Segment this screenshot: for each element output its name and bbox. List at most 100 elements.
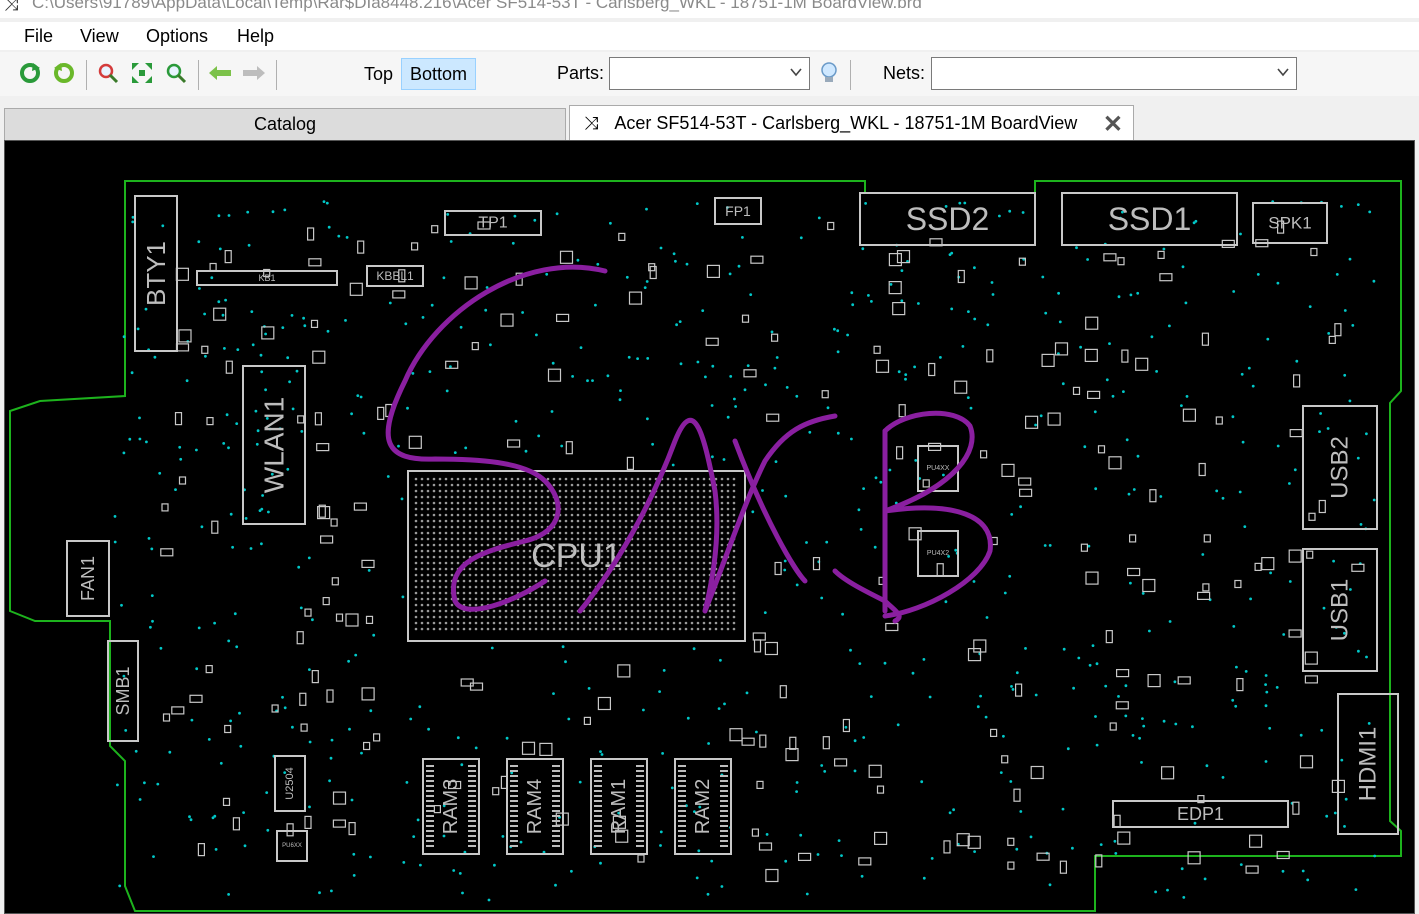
pad <box>231 545 235 549</box>
bga-ball <box>522 549 526 553</box>
bga-ball <box>594 597 598 601</box>
label-ram2: RAM2 <box>692 779 714 835</box>
bga-ball <box>504 609 508 613</box>
ram-pin <box>636 780 644 782</box>
bga-ball <box>732 585 736 589</box>
bga-ball <box>480 495 484 499</box>
bga-ball <box>486 513 490 517</box>
bga-ball <box>588 483 592 487</box>
ram-pin <box>678 780 686 782</box>
bga-ball <box>582 507 586 511</box>
zoom-out-icon[interactable] <box>163 60 189 86</box>
bga-ball <box>660 585 664 589</box>
bga-ball <box>474 531 478 535</box>
pcb-board-view[interactable]: BTY1 KB1TP1FP1KBBL1SSD2 SSD1 SPK1WLAN1CPU1F… <box>5 141 1415 914</box>
bga-ball <box>600 507 604 511</box>
bga-ball <box>486 585 490 589</box>
parts-combo[interactable] <box>609 57 810 90</box>
bga-ball <box>522 585 526 589</box>
pad <box>1094 715 1097 718</box>
lightbulb-icon[interactable] <box>816 60 842 86</box>
pad <box>1238 490 1242 494</box>
pad <box>704 375 707 379</box>
ram-pin <box>720 770 728 772</box>
pad <box>329 756 333 760</box>
forward-arrow-icon[interactable] <box>241 60 267 86</box>
smd-part <box>743 369 757 378</box>
smd-part <box>1142 578 1156 593</box>
pad <box>367 569 371 572</box>
bga-ball <box>606 489 610 493</box>
smd-part <box>873 345 881 354</box>
bga-ball <box>444 567 448 571</box>
bga-ball <box>414 573 418 577</box>
pad <box>244 517 248 520</box>
fit-icon[interactable] <box>129 60 155 86</box>
bga-ball <box>420 531 424 535</box>
menu-view[interactable]: View <box>80 26 119 47</box>
bga-ball <box>504 627 508 631</box>
bga-ball <box>558 603 562 607</box>
back-arrow-icon[interactable] <box>207 60 233 86</box>
bga-ball <box>576 477 580 481</box>
bga-ball <box>468 525 472 529</box>
bga-ball <box>516 555 520 559</box>
bga-ball <box>516 615 520 619</box>
bga-ball <box>414 567 418 571</box>
bga-ball <box>432 615 436 619</box>
bga-ball <box>672 483 676 487</box>
bga-ball <box>630 561 634 565</box>
pad <box>449 240 453 243</box>
bga-ball <box>654 591 658 595</box>
pad <box>564 660 567 664</box>
bga-ball <box>480 501 484 505</box>
bga-ball <box>534 579 538 583</box>
bga-ball <box>588 525 592 529</box>
menu-options[interactable]: Options <box>146 26 208 47</box>
bga-ball <box>684 495 688 499</box>
zoom-in-icon[interactable] <box>95 60 121 86</box>
pad <box>874 476 878 480</box>
nets-combo[interactable] <box>931 57 1297 90</box>
bottom-side-button[interactable]: Bottom <box>401 58 477 90</box>
pad <box>674 259 677 263</box>
bga-ball <box>414 621 418 625</box>
bga-ball <box>612 507 616 511</box>
bga-ball <box>456 615 460 619</box>
smd-part <box>1115 668 1130 678</box>
board-canvas[interactable]: BTY1 KB1 TP1 FP1 KBBL1 SSD2 SSD1 SPK1 WLAN1 CPU1 F… <box>4 140 1415 914</box>
menu-file[interactable]: File <box>24 26 53 47</box>
pad <box>1332 559 1335 563</box>
pad <box>264 332 267 336</box>
rotate-cw-icon[interactable] <box>17 60 43 86</box>
bga-ball <box>462 555 466 559</box>
pad <box>696 360 700 364</box>
bga-ball <box>612 585 616 589</box>
ram-pin <box>594 825 602 827</box>
smd-part <box>1306 550 1314 559</box>
bga-ball <box>420 537 424 541</box>
bga-ball <box>672 507 676 511</box>
bga-ball <box>444 477 448 481</box>
menu-help[interactable]: Help <box>237 26 274 47</box>
bga-ball <box>732 501 736 505</box>
bga-ball <box>474 573 478 577</box>
smd-part <box>1121 349 1129 363</box>
label-fan1: FAN1 <box>78 556 98 601</box>
rotate-ccw-icon[interactable] <box>51 60 77 86</box>
bga-ball <box>588 603 592 607</box>
bga-ball <box>510 585 514 589</box>
bga-ball <box>480 591 484 595</box>
bga-ball <box>588 519 592 523</box>
top-side-button[interactable]: Top <box>356 58 401 90</box>
tab-catalog[interactable]: Catalog <box>4 108 566 140</box>
pad <box>823 770 827 773</box>
bga-ball <box>594 489 598 493</box>
pad <box>122 335 126 339</box>
bga-ball <box>624 621 628 625</box>
pad <box>737 264 741 268</box>
bga-ball <box>636 591 640 595</box>
close-icon[interactable]: ✕ <box>1103 110 1123 139</box>
bga-ball <box>504 621 508 625</box>
tab-boardview[interactable]: ⤨ Acer SF514-53T - Carlsberg_WKL - 18751… <box>569 105 1134 140</box>
